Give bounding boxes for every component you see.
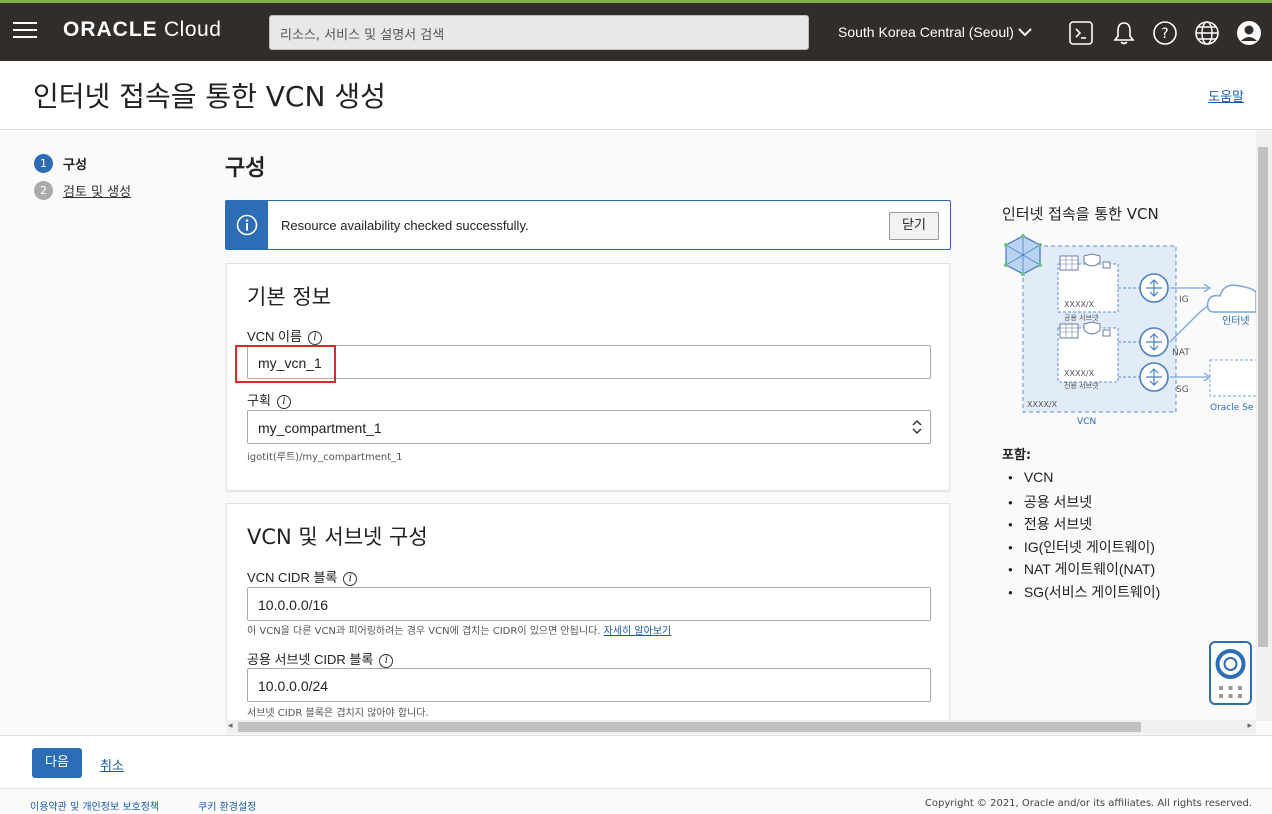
vcn-name-input[interactable]: my_vcn_1 [247, 345, 931, 379]
scroll-right-icon[interactable]: ▸ [1247, 721, 1252, 731]
next-button[interactable]: 다음 [32, 748, 82, 778]
vertical-scrollbar[interactable] [1256, 131, 1272, 721]
terms-link[interactable]: 이용약관 및 개인정보 보호정책 [30, 798, 159, 813]
bell-icon[interactable] [1111, 20, 1137, 46]
select-arrows-icon [912, 419, 922, 436]
list-item: VCN [1008, 469, 1160, 492]
step-configure[interactable]: 1 구성 [34, 150, 131, 177]
section-heading: 구성 [225, 156, 266, 181]
step-number-badge: 1 [34, 154, 53, 173]
list-item: NAT 게이트웨이(NAT) [1008, 559, 1160, 582]
globe-language-icon[interactable] [1194, 20, 1220, 46]
scroll-left-icon[interactable]: ◂ [228, 721, 233, 731]
oracle-cloud-logo[interactable]: ORACLE Cloud [63, 18, 221, 42]
copyright-text: Copyright © 2021, Oracle and/or its affi… [924, 798, 1252, 809]
compartment-label: 구획 i [247, 390, 291, 409]
info-tooltip-icon[interactable]: i [307, 330, 322, 345]
compartment-path: igotit(루트)/my_compartment_1 [247, 452, 403, 463]
public-subnet-cidr-input[interactable]: 10.0.0.0/24 [247, 668, 931, 702]
page-footer: 이용약관 및 개인정보 보호정책 쿠키 환경설정 Copyright © 202… [0, 788, 1272, 814]
diagram-title: 인터넷 접속을 통한 VCN [1002, 205, 1159, 223]
svg-text:XXXX/X: XXXX/X [1064, 300, 1095, 309]
step-label: 검토 및 생성 [63, 185, 132, 200]
search-input[interactable]: 리소스, 서비스 및 설명서 검색 [269, 15, 809, 50]
svg-text:NAT: NAT [1172, 348, 1190, 358]
user-profile-icon[interactable] [1236, 20, 1262, 46]
step-review-create[interactable]: 2 검토 및 생성 [34, 177, 131, 204]
svg-text:인터넷: 인터넷 [1222, 315, 1250, 327]
card-title: 기본 정보 [247, 285, 331, 309]
highlight-box [235, 345, 336, 383]
info-tooltip-icon[interactable]: i [343, 571, 358, 586]
top-nav-bar: ORACLE Cloud 리소스, 서비스 및 설명서 검색 South Kor… [0, 0, 1272, 61]
svg-text:VCN: VCN [1077, 417, 1096, 427]
list-item: SG(서비스 게이트웨이) [1008, 582, 1160, 605]
vcn-architecture-diagram: XXXX/X 공용 서브넷 XXXX/X 전용 서브넷 XXXX/X VCN I… [1000, 232, 1261, 432]
learn-more-link[interactable]: 자세히 알아보기 [604, 626, 672, 637]
info-icon [226, 201, 268, 249]
svg-text:IG: IG [1179, 295, 1189, 305]
step-label: 구성 [63, 158, 87, 173]
list-item: 공용 서브넷 [1008, 492, 1160, 515]
page-header: 인터넷 접속을 통한 VCN 생성 도움말 [0, 61, 1272, 130]
svg-text:SG: SG [1176, 385, 1189, 395]
includes-title: 포함: [1002, 448, 1032, 463]
cloud-shell-icon[interactable] [1068, 20, 1094, 46]
cancel-link[interactable]: 취소 [100, 755, 124, 774]
svg-text:?: ? [1161, 26, 1168, 42]
vcn-cidr-label: VCN CIDR 블록 i [247, 567, 358, 586]
vcn-cidr-input[interactable]: 10.0.0.0/16 [247, 587, 931, 621]
vcn-name-label: VCN 이름 i [247, 326, 322, 345]
list-item: 전용 서브넷 [1008, 514, 1160, 537]
hamburger-menu-icon[interactable] [13, 22, 37, 40]
card-title: VCN 및 서브넷 구성 [247, 525, 428, 549]
wizard-steps: 1 구성 2 검토 및 생성 [34, 150, 131, 204]
scrollbar-thumb[interactable] [238, 722, 1141, 732]
scrollbar-thumb[interactable] [1258, 147, 1268, 647]
step-number-badge: 2 [34, 181, 53, 200]
alert-message: Resource availability checked successful… [281, 218, 529, 233]
svg-text:XXXX/X: XXXX/X [1064, 369, 1095, 378]
chevron-down-icon [1018, 24, 1032, 40]
info-tooltip-icon[interactable]: i [276, 394, 291, 409]
help-link[interactable]: 도움말 [1208, 86, 1244, 105]
info-tooltip-icon[interactable]: i [379, 653, 394, 668]
compartment-select[interactable]: my_compartment_1 [247, 410, 931, 444]
info-alert: Resource availability checked successful… [225, 200, 951, 250]
region-selector[interactable]: South Korea Central (Seoul) [838, 24, 1032, 40]
svg-text:공용 서브넷: 공용 서브넷 [1064, 313, 1099, 322]
svg-text:전용 서브넷: 전용 서브넷 [1064, 381, 1099, 390]
svg-text:Oracle Se: Oracle Se [1210, 403, 1254, 413]
public-subnet-cidr-label: 공용 서브넷 CIDR 블록 i [247, 649, 394, 668]
vcn-subnet-card: VCN 및 서브넷 구성 VCN CIDR 블록 i 10.0.0.0/16 이 … [226, 503, 950, 720]
svg-text:XXXX/X: XXXX/X [1027, 400, 1058, 409]
help-widget-button[interactable] [1209, 641, 1252, 705]
cookie-settings-link[interactable]: 쿠키 환경설정 [198, 798, 256, 813]
horizontal-scrollbar[interactable]: ◂ ▸ [226, 720, 1256, 734]
includes-list: VCN 공용 서브넷 전용 서브넷 IG(인터넷 게이트웨이) NAT 게이트웨… [1008, 469, 1160, 604]
public-subnet-hint: 서브넷 CIDR 블록은 겹치지 않아야 합니다. [247, 708, 429, 719]
help-icon[interactable]: ? [1152, 20, 1178, 46]
cidr-hint: 이 VCN을 다른 VCN과 피어링하려는 경우 VCN에 겹치는 CIDR이 … [247, 626, 672, 637]
alert-close-button[interactable]: 닫기 [889, 212, 939, 240]
page-title: 인터넷 접속을 통한 VCN 생성 [33, 80, 386, 113]
action-bar: 다음 취소 [0, 735, 1272, 787]
list-item: IG(인터넷 게이트웨이) [1008, 537, 1160, 560]
